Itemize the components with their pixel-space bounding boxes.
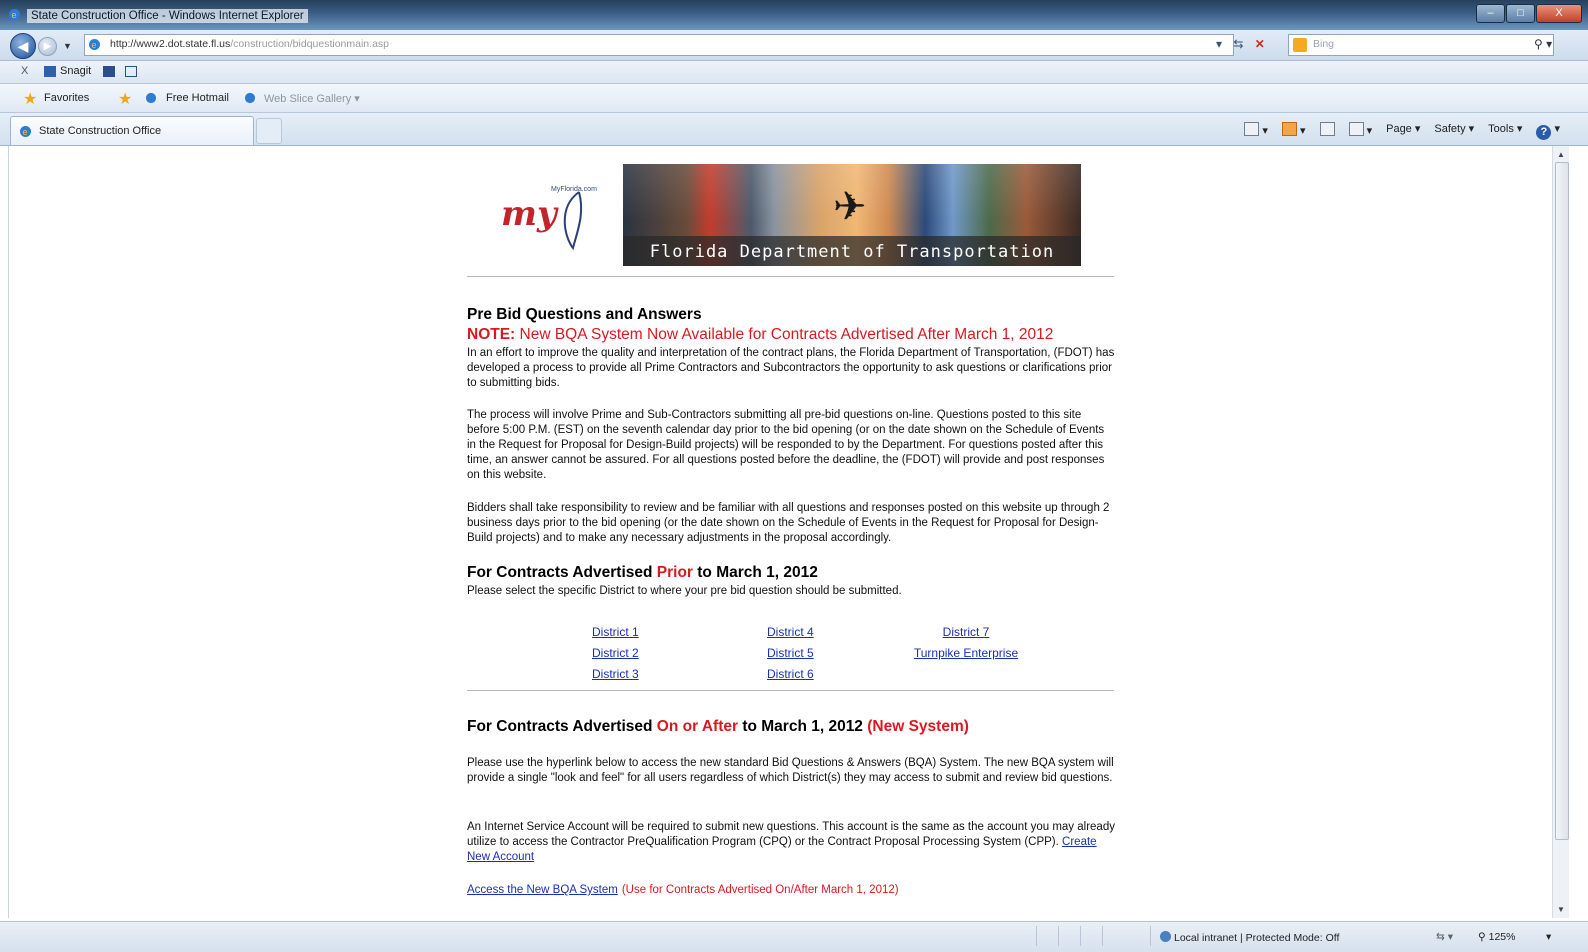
snagit-button[interactable]: Snagit xyxy=(60,65,91,77)
district-6-link[interactable]: District 6 xyxy=(767,664,814,685)
history-dropdown-icon[interactable]: ▼ xyxy=(63,41,72,51)
prior-contracts-heading: For Contracts Advertised Prior to March … xyxy=(467,564,818,581)
address-bar[interactable]: e http://www2.dot.state.fl.us/constructi… xyxy=(84,34,1234,56)
add-favorite-icon[interactable]: ★ xyxy=(118,89,132,109)
district-7-link[interactable]: District 7 xyxy=(910,622,1022,643)
intro-paragraph: In an effort to improve the quality and … xyxy=(467,347,1115,389)
globe-icon xyxy=(1160,931,1171,942)
maximize-button[interactable]: □ xyxy=(1506,4,1535,23)
search-box[interactable]: Bing xyxy=(1288,34,1554,56)
transportation-photo-banner: ✈ Florida Department of Transportation xyxy=(623,164,1081,266)
help-menu[interactable]: ? ▾ xyxy=(1536,122,1560,140)
new-system-heading: For Contracts Advertised On or After to … xyxy=(467,718,969,735)
turnpike-enterprise-link[interactable]: Turnpike Enterprise xyxy=(910,643,1022,664)
web-slice-gallery-link[interactable]: Web Slice Gallery ▾ xyxy=(264,92,360,105)
district-instruction: Please select the specific District to w… xyxy=(467,585,902,597)
page-menu[interactable]: Page ▾ xyxy=(1386,122,1420,140)
district-1-link[interactable]: District 1 xyxy=(592,622,639,643)
title-bar: e State Construction Office - Windows In… xyxy=(0,0,1588,30)
vertical-scrollbar[interactable]: ▲ ▼ xyxy=(1552,146,1570,918)
window-edge xyxy=(1569,146,1588,918)
ie-icon xyxy=(145,92,157,104)
banner-caption: Florida Department of Transportation xyxy=(649,242,1055,262)
scroll-up-icon[interactable]: ▲ xyxy=(1557,150,1565,159)
access-note: (Use for Contracts Advertised On/After M… xyxy=(621,884,899,896)
access-bqa-line: Access the New BQA System (Use for Contra… xyxy=(467,884,899,896)
address-dropdown-icon[interactable]: ▾ xyxy=(1216,37,1222,51)
logo-text: my xyxy=(501,194,557,234)
page-viewport: my MyFlorida.com ✈ Florida Department of… xyxy=(8,146,1553,918)
stop-icon[interactable]: ✕ xyxy=(1255,37,1265,51)
favorites-button[interactable]: Favorites xyxy=(44,92,89,104)
capture-icon[interactable] xyxy=(103,66,115,77)
bing-icon xyxy=(1293,38,1307,52)
favorites-star-icon[interactable]: ★ xyxy=(23,89,37,109)
svg-text:e: e xyxy=(23,127,28,137)
new-system-notice: NOTE: New BQA System Now Available for C… xyxy=(467,326,1053,344)
page-title: Pre Bid Questions and Answers xyxy=(467,306,702,323)
zoom-dropdown-icon[interactable]: ▾ xyxy=(1546,931,1551,943)
responsibility-paragraph: Bidders shall take responsibility to rev… xyxy=(467,502,1110,544)
district-3-link[interactable]: District 3 xyxy=(592,664,639,685)
feeds-icon[interactable]: ▾ xyxy=(1281,122,1306,140)
print-icon[interactable]: ▾ xyxy=(1348,122,1372,140)
divider xyxy=(467,690,1114,691)
process-paragraph: The process will involve Prime and Sub-C… xyxy=(467,409,1105,481)
safety-menu[interactable]: Safety ▾ xyxy=(1434,122,1474,140)
account-paragraph: An Internet Service Account will be requ… xyxy=(467,821,1115,863)
fdot-banner: my MyFlorida.com ✈ Florida Department of… xyxy=(495,164,1081,268)
swoosh-icon xyxy=(563,191,583,251)
access-bqa-link[interactable]: Access the New BQA System xyxy=(467,884,618,896)
tab-state-construction-office[interactable]: e State Construction Office xyxy=(10,116,254,145)
zoom-level[interactable]: ⚲ 125% xyxy=(1478,931,1515,943)
refresh-icon[interactable]: ⇆ xyxy=(1233,37,1243,51)
back-button[interactable]: ◀ xyxy=(10,33,36,59)
page-icon: e xyxy=(89,39,100,50)
forward-button[interactable]: ▶ xyxy=(38,37,57,56)
free-hotmail-link[interactable]: Free Hotmail xyxy=(166,92,229,104)
search-icon[interactable]: ⚲ ▾ xyxy=(1534,37,1552,51)
window-title: State Construction Office - Windows Inte… xyxy=(27,9,308,23)
command-bar: ▾ ▾ ▾ Page ▾ Safety ▾ Tools ▾ ? ▾ xyxy=(1244,122,1560,140)
note-text: New BQA System Now Available for Contrac… xyxy=(519,326,1054,343)
close-toolbar-icon[interactable]: X xyxy=(21,65,28,77)
airplane-icon: ✈ xyxy=(833,185,867,229)
help-icon: ? xyxy=(1536,125,1552,140)
divider xyxy=(467,276,1114,277)
minimize-button[interactable]: – xyxy=(1476,4,1505,23)
close-window-button[interactable]: X xyxy=(1536,4,1582,23)
district-5-link[interactable]: District 5 xyxy=(767,643,814,664)
navigation-bar: ◀ ▶ ▼ e http://www2.dot.state.fl.us/cons… xyxy=(0,30,1588,61)
favorites-bar: ★ Favorites ★ Free Hotmail Web Slice Gal… xyxy=(0,84,1588,113)
read-mail-icon[interactable] xyxy=(1319,122,1335,140)
district-2-link[interactable]: District 2 xyxy=(592,643,639,664)
tab-title: State Construction Office xyxy=(39,125,162,137)
tools-menu[interactable]: Tools ▾ xyxy=(1488,122,1522,140)
district-4-link[interactable]: District 4 xyxy=(767,622,814,643)
new-tab-button[interactable] xyxy=(256,118,282,144)
protected-mode-icon[interactable]: ⇆ ▾ xyxy=(1436,931,1453,943)
security-zone[interactable]: Local intranet | Protected Mode: Off xyxy=(1160,931,1339,944)
links-bar: X Snagit xyxy=(0,61,1588,84)
bqa-description-paragraph: Please use the hyperlink below to access… xyxy=(467,757,1114,784)
window-capture-icon[interactable] xyxy=(125,66,137,77)
ie-icon: e xyxy=(20,126,31,137)
tab-bar: e State Construction Office ▾ ▾ ▾ Page ▾… xyxy=(0,113,1588,146)
search-placeholder: Bing xyxy=(1313,38,1335,50)
ie-icon: e xyxy=(9,9,20,20)
address-tools: ▾ ⇆ ✕ xyxy=(1216,37,1265,51)
scroll-thumb[interactable] xyxy=(1555,162,1569,840)
svg-text:e: e xyxy=(12,10,17,20)
svg-text:e: e xyxy=(92,40,97,50)
ie-icon xyxy=(244,92,256,104)
myflorida-logo[interactable]: my MyFlorida.com xyxy=(495,172,615,262)
home-icon[interactable]: ▾ xyxy=(1244,122,1268,140)
scroll-down-icon[interactable]: ▼ xyxy=(1557,905,1565,914)
status-bar: Local intranet | Protected Mode: Off ⇆ ▾… xyxy=(0,921,1588,952)
snagit-icon xyxy=(44,66,56,77)
url-text[interactable]: http://www2.dot.state.fl.us/construction… xyxy=(110,38,389,50)
note-label: NOTE: xyxy=(467,326,516,343)
